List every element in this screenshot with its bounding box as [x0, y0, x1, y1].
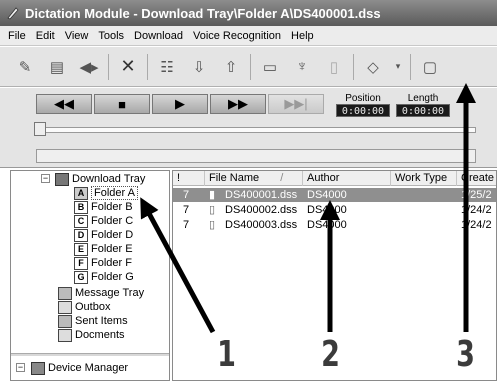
- callout-number-2: 2: [321, 334, 340, 375]
- callout-arrow-1: [140, 197, 216, 334]
- callout-number-3: 3: [456, 334, 475, 375]
- callout-number-1: 1: [217, 334, 236, 375]
- callout-arrows: [140, 83, 476, 334]
